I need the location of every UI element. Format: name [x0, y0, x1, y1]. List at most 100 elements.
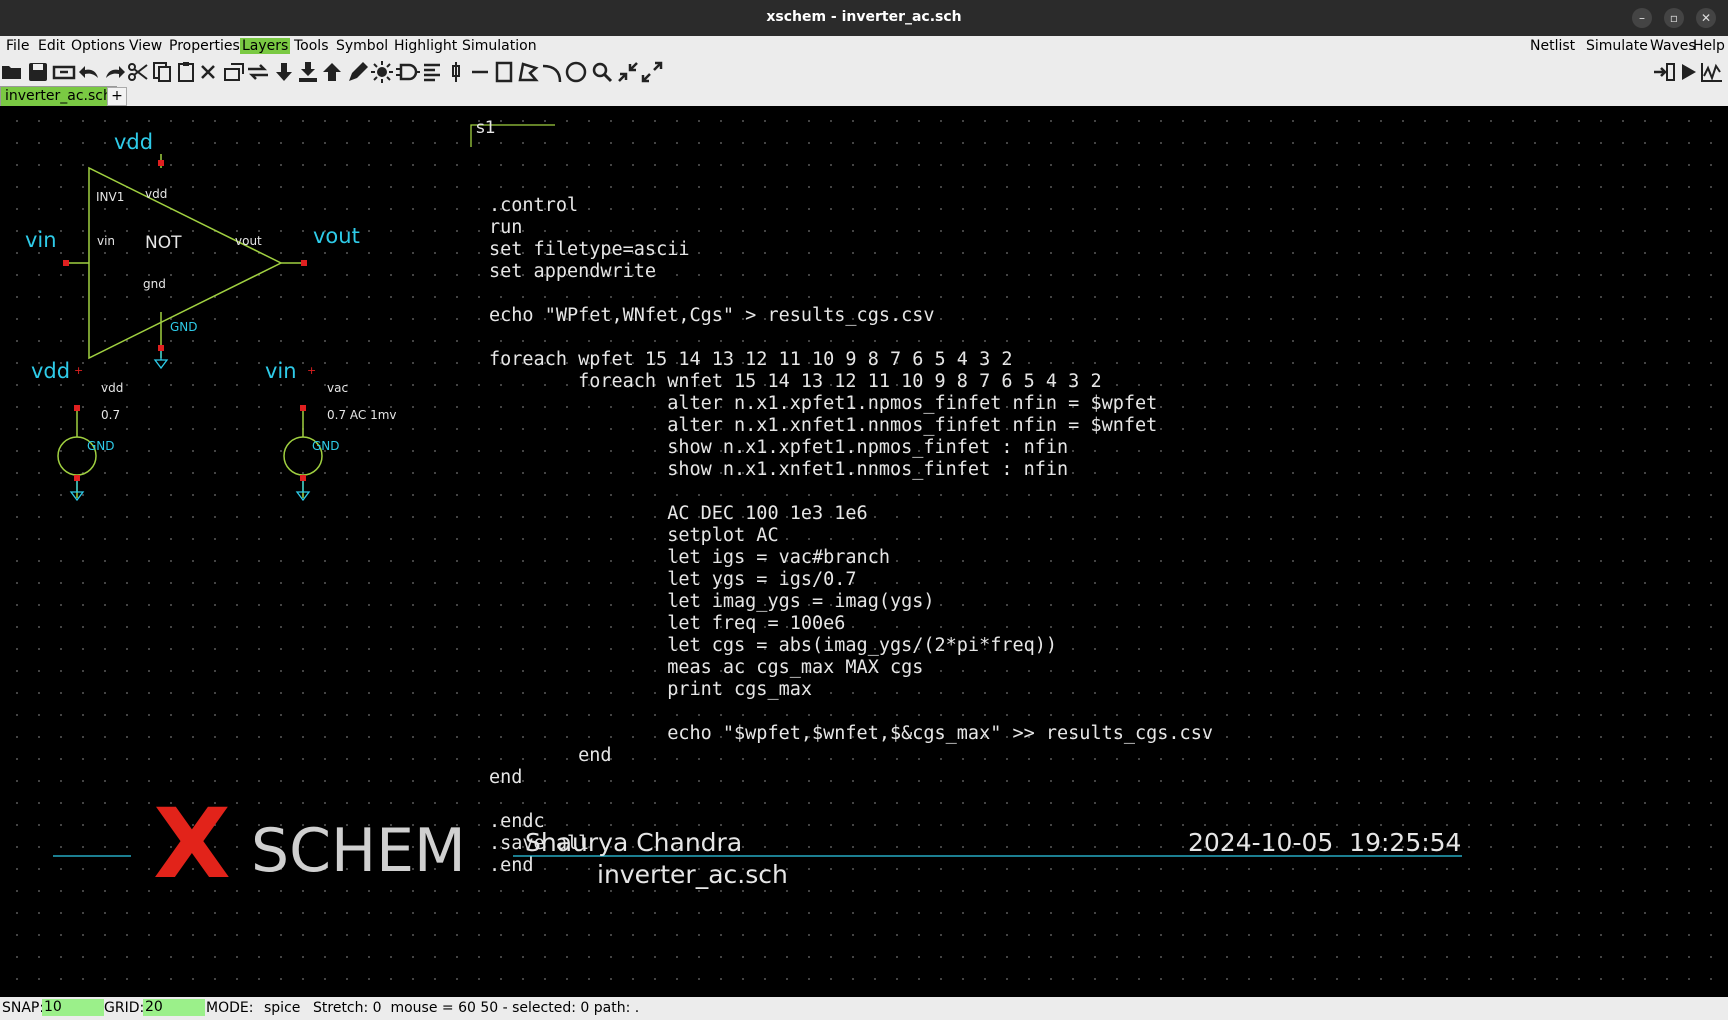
polygon-icon[interactable]	[516, 60, 540, 84]
net-label-vdd-source[interactable]: vdd	[31, 359, 70, 383]
menu-tools[interactable]: Tools	[292, 38, 331, 54]
menu-properties[interactable]: Properties	[167, 38, 242, 54]
pin-label-gnd: gnd	[143, 277, 166, 291]
status-bar: SNAP: 10 GRID: 20 MODE: spice Stretch: 0…	[0, 997, 1728, 1020]
xschem-logo-x: X	[153, 788, 231, 900]
snap-label: SNAP:	[2, 1000, 45, 1016]
menu-bar: File Edit Options View Properties Layers…	[0, 36, 1728, 58]
menu-file[interactable]: File	[4, 38, 31, 54]
save-icon[interactable]	[26, 60, 50, 84]
stretch-icon[interactable]	[246, 60, 270, 84]
net-label-vin[interactable]: vin	[25, 228, 57, 252]
grid-input[interactable]: 20	[143, 999, 205, 1016]
pin-gnd[interactable]	[158, 345, 164, 351]
code-line: meas ac cgs_max MAX cgs	[489, 657, 924, 678]
code-line: let igs = vac#branch	[489, 547, 890, 568]
pin-vdd-source-plus[interactable]	[74, 405, 80, 411]
menu-highlight[interactable]: Highlight	[392, 38, 459, 54]
go-up-icon[interactable]	[320, 60, 344, 84]
pin-vout[interactable]	[301, 260, 307, 266]
menu-simulate[interactable]: Simulate	[1584, 38, 1650, 54]
code-block-name: s1	[476, 118, 496, 138]
line-icon[interactable]	[468, 60, 492, 84]
menu-symbol[interactable]: Symbol	[334, 38, 390, 54]
toolbar	[0, 58, 1728, 86]
spice-control-code[interactable]: .control run set filetype=ascii set appendw…	[489, 195, 1213, 877]
highlight-sun-icon[interactable]	[370, 60, 394, 84]
paste-icon[interactable]	[174, 60, 198, 84]
minimize-button[interactable]: –	[1632, 8, 1652, 28]
undo-icon[interactable]	[78, 60, 102, 84]
waves-icon[interactable]	[1700, 60, 1724, 84]
tab-bar: inverter_ac.sch +	[0, 86, 1728, 107]
insert-symbol-icon[interactable]	[396, 60, 420, 84]
code-line: .endc	[489, 811, 545, 832]
menu-layers[interactable]: Layers	[240, 38, 291, 54]
arc-icon[interactable]	[540, 60, 564, 84]
window-title: xschem - inverter_ac.sch	[766, 9, 962, 25]
pin-vdd[interactable]	[158, 160, 164, 166]
rectangle-icon[interactable]	[492, 60, 516, 84]
delete-icon[interactable]	[196, 60, 220, 84]
simulate-play-icon[interactable]	[1676, 60, 1700, 84]
instance-name: INV1	[96, 190, 125, 204]
menu-help[interactable]: Help	[1691, 38, 1727, 54]
gnd-label: GND	[170, 320, 198, 334]
netlist-icon[interactable]	[1652, 60, 1676, 84]
zoom-icon[interactable]	[590, 60, 614, 84]
vdd-source-name: vdd	[101, 381, 124, 395]
pin-vdd-source-minus[interactable]	[74, 475, 80, 481]
pin-vac-source-minus[interactable]	[300, 475, 306, 481]
vac-source-value: 0.7 AC 1mv	[327, 408, 397, 422]
close-button[interactable]: ✕	[1696, 8, 1716, 28]
zoom-in-icon[interactable]	[616, 60, 640, 84]
add-tab-button[interactable]: +	[107, 87, 127, 106]
open-folder-icon[interactable]	[0, 60, 24, 84]
vdd-source-gnd-label: GND	[87, 439, 115, 453]
pin-label-vin: vin	[97, 234, 116, 248]
pin-vac-source-plus[interactable]	[300, 405, 306, 411]
snap-input[interactable]: 10	[42, 999, 104, 1016]
tab-inverter-ac[interactable]: inverter_ac.sch	[0, 86, 117, 107]
net-label-vin-source[interactable]: vin	[265, 359, 297, 383]
vac-source-plus-sign: +	[307, 364, 317, 377]
cut-icon[interactable]	[126, 60, 150, 84]
pin-icon[interactable]	[444, 60, 468, 84]
menu-view[interactable]: View	[127, 38, 164, 54]
menu-simulation[interactable]: Simulation	[460, 38, 539, 54]
wire-pen-icon[interactable]	[346, 60, 370, 84]
grid-label: GRID:	[104, 1000, 145, 1016]
text-icon[interactable]	[420, 60, 444, 84]
descend-symbol-icon[interactable]	[296, 60, 320, 84]
code-line: setplot AC	[489, 525, 779, 546]
xschem-logo-text: SCHEM	[251, 816, 466, 886]
vac-source-name: vac	[327, 381, 349, 395]
circle-icon[interactable]	[564, 60, 588, 84]
menu-options[interactable]: Options	[69, 38, 127, 54]
descend-icon[interactable]	[272, 60, 296, 84]
code-line: foreach wpfet 15 14 13 12 11 10 9 8 7 6 …	[489, 349, 1013, 370]
menu-netlist[interactable]: Netlist	[1528, 38, 1577, 54]
code-line: show n.x1.xpfet1.npmos_finfet : nfin	[489, 437, 1069, 458]
reload-icon[interactable]	[52, 60, 76, 84]
code-line: let ygs = igs/0.7	[489, 569, 857, 590]
net-label-vout[interactable]: vout	[313, 224, 360, 248]
menu-edit[interactable]: Edit	[36, 38, 67, 54]
net-label-vdd[interactable]: vdd	[114, 130, 153, 154]
code-line: .end	[489, 855, 534, 876]
code-line: end	[489, 745, 612, 766]
pin-vin[interactable]	[63, 260, 69, 266]
zoom-out-icon[interactable]	[640, 60, 664, 84]
code-line: echo "$wpfet,$wnfet,$&cgs_max" >> result…	[489, 723, 1213, 744]
maximize-button[interactable]: ▫	[1664, 8, 1684, 28]
code-line: end	[489, 767, 523, 788]
move-icon[interactable]	[222, 60, 246, 84]
redo-icon[interactable]	[102, 60, 126, 84]
code-line: AC DEC 100 1e3 1e6	[489, 503, 868, 524]
copy-icon[interactable]	[150, 60, 174, 84]
code-line: run	[489, 217, 523, 238]
